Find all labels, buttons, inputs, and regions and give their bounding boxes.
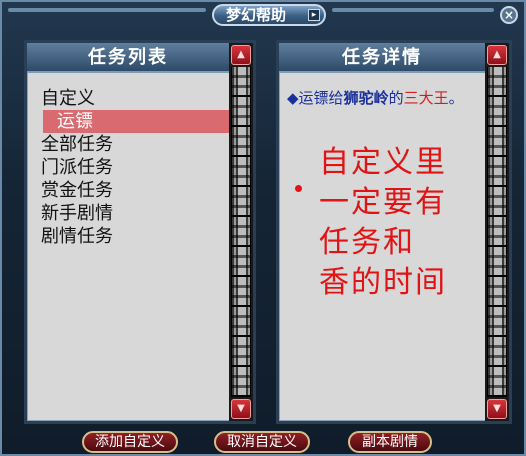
detail-target[interactable]: 三大王 xyxy=(404,89,449,107)
detail-location[interactable]: 狮驼岭 xyxy=(344,89,389,107)
task-list-item-custom[interactable]: 自定义 xyxy=(41,87,231,110)
close-button[interactable]: × xyxy=(500,6,518,24)
add-custom-button[interactable]: 添加自定义 xyxy=(82,431,178,453)
window-title[interactable]: 梦幻帮助 ▸ xyxy=(212,4,326,26)
task-list-panel: 任务列表 自定义 运镖 全部任务 门派任务 赏金任务 新手剧情 剧情任务 ▲ ▼ xyxy=(24,40,256,424)
task-list-item-bounty[interactable]: 赏金任务 xyxy=(41,179,231,202)
annotation-line-3: 任务和 xyxy=(319,225,415,260)
detail-suffix: 。 xyxy=(448,89,464,107)
red-annotation: 自定义里 一定要有 任务和 香的时间 xyxy=(319,143,499,303)
instance-story-button[interactable]: 副本剧情 xyxy=(348,431,432,453)
detail-scroll-track[interactable] xyxy=(487,67,507,397)
annotation-line-4: 香的时间 xyxy=(319,265,447,300)
scroll-down-icon[interactable]: ▼ xyxy=(231,399,251,419)
task-list: 自定义 运镖 全部任务 门派任务 赏金任务 新手剧情 剧情任务 xyxy=(41,87,231,248)
detail-prefix: 运镖给 xyxy=(298,89,344,107)
task-list-item-sect[interactable]: 门派任务 xyxy=(41,156,231,179)
annotation-dot xyxy=(295,185,302,192)
task-list-item-story[interactable]: 剧情任务 xyxy=(41,225,231,248)
detail-mid: 的 xyxy=(388,89,404,107)
scroll-track[interactable] xyxy=(231,67,251,397)
task-detail-scrollbar[interactable]: ▲ ▼ xyxy=(485,43,509,421)
scroll-up-icon[interactable]: ▲ xyxy=(231,45,251,65)
detail-scroll-up-icon[interactable]: ▲ xyxy=(487,45,507,65)
task-list-item-newbie-story[interactable]: 新手剧情 xyxy=(41,202,231,225)
detail-scroll-down-icon[interactable]: ▼ xyxy=(487,399,507,419)
task-list-item-escort[interactable]: 运镖 xyxy=(43,110,231,133)
title-bar-decoration-left xyxy=(8,8,206,12)
window-title-text: 梦幻帮助 xyxy=(226,6,287,24)
task-detail-text: ◆运镖给狮驼岭的三大王。 xyxy=(287,87,483,110)
task-list-item-all[interactable]: 全部任务 xyxy=(41,133,231,156)
task-list-header: 任务列表 xyxy=(27,43,229,73)
task-detail-header: 任务详情 xyxy=(279,43,485,73)
task-list-scrollbar[interactable]: ▲ ▼ xyxy=(229,43,253,421)
cancel-custom-button[interactable]: 取消自定义 xyxy=(214,431,310,453)
title-arrow-icon[interactable]: ▸ xyxy=(308,9,320,21)
diamond-bullet-icon: ◆ xyxy=(287,89,299,107)
task-detail-panel: 任务详情 ◆运镖给狮驼岭的三大王。 自定义里 一定要有 任务和 香的时间 ▲ ▼ xyxy=(276,40,512,424)
title-bar-decoration-right xyxy=(332,8,494,12)
help-window: 梦幻帮助 ▸ × 任务列表 自定义 运镖 全部任务 门派任务 赏金任务 新手剧情… xyxy=(0,0,526,456)
annotation-line-1: 自定义里 xyxy=(319,145,447,180)
annotation-line-2: 一定要有 xyxy=(319,185,447,220)
